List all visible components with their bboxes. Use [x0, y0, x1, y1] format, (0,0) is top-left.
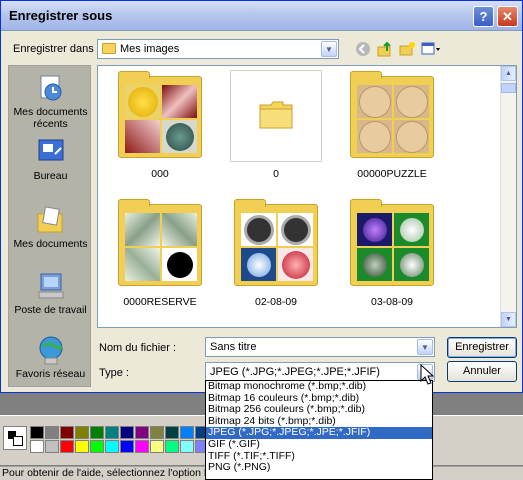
new-folder-icon[interactable]: [397, 39, 417, 59]
folder-thumbnail: [230, 198, 322, 290]
save-in-label: Enregistrer dans :: [13, 43, 100, 55]
palette-swatch[interactable]: [90, 440, 104, 453]
file-name-value: Sans titre: [210, 341, 257, 353]
palette-swatch[interactable]: [45, 426, 59, 439]
file-name: 00000PUZZLE: [357, 168, 427, 180]
palette-swatch[interactable]: [105, 440, 119, 453]
palette-swatch[interactable]: [75, 426, 89, 439]
palette-swatch[interactable]: [60, 426, 74, 439]
palette-swatch[interactable]: [180, 440, 194, 453]
file-type-dropdown: Bitmap monochrome (*.bmp;*.dib) Bitmap 16…: [205, 380, 433, 480]
folder-icon: [118, 199, 202, 286]
save-button[interactable]: Enregistrer: [447, 337, 517, 358]
folder-thumbnail: [114, 198, 206, 290]
file-name: 03-08-09: [370, 296, 414, 308]
file-name-field[interactable]: Sans titre ▼: [205, 337, 435, 357]
palette-swatch[interactable]: [120, 440, 134, 453]
palette-swatch[interactable]: [165, 440, 179, 453]
folder-icon: [259, 101, 293, 129]
place-my-documents[interactable]: Mes documents: [9, 204, 92, 250]
current-colors[interactable]: [3, 426, 27, 450]
file-name: 000: [151, 168, 169, 180]
file-type-option[interactable]: PNG (*.PNG): [206, 462, 432, 474]
title-bar[interactable]: Enregistrer sous ? ✕: [1, 1, 522, 31]
folder-icon: [234, 199, 318, 286]
close-button[interactable]: ✕: [497, 6, 518, 27]
type-label: Type :: [99, 367, 129, 379]
palette-swatch[interactable]: [45, 440, 59, 453]
place-label: Poste de travail: [14, 304, 87, 316]
desktop-icon: [35, 136, 67, 168]
scroll-down-icon[interactable]: ▼: [501, 312, 516, 327]
file-item[interactable]: 0000RESERVE: [114, 198, 206, 308]
folder-icon: [350, 199, 434, 286]
folder-icon: [102, 43, 116, 54]
palette-swatch[interactable]: [150, 426, 164, 439]
place-my-computer[interactable]: Poste de travail: [9, 270, 92, 316]
file-list-scrollbar[interactable]: ▲ ▼: [500, 66, 516, 327]
help-button[interactable]: ?: [473, 6, 494, 27]
place-desktop[interactable]: Bureau: [9, 136, 92, 182]
place-label: Mes documents récents: [13, 106, 88, 130]
place-label: Bureau: [33, 170, 68, 182]
save-in-combobox[interactable]: Mes images ▼: [97, 39, 339, 59]
folder-icon: [118, 71, 202, 158]
background-color-swatch: [13, 436, 23, 446]
dialog-title: Enregistrer sous: [9, 8, 113, 23]
up-folder-icon[interactable]: [375, 39, 395, 59]
palette-swatch[interactable]: [30, 426, 44, 439]
file-name-label: Nom du fichier :: [99, 342, 177, 354]
save-as-dialog: Enregistrer sous ? ✕ Enregistrer dans : …: [0, 0, 523, 393]
palette-swatch[interactable]: [165, 426, 179, 439]
file-name: 02-08-09: [254, 296, 298, 308]
folder-thumbnail: [114, 70, 206, 162]
folder-thumbnail: [346, 198, 438, 290]
file-item[interactable]: 03-08-09: [346, 198, 438, 308]
palette-swatch[interactable]: [60, 440, 74, 453]
palette-swatch[interactable]: [135, 440, 149, 453]
file-name: 0: [273, 168, 279, 180]
file-item[interactable]: 00000PUZZLE: [346, 70, 438, 180]
place-label: Favoris réseau: [15, 368, 86, 380]
network-places-icon: [35, 334, 67, 366]
cancel-button[interactable]: Annuler: [447, 361, 517, 382]
file-type-select[interactable]: JPEG (*.JPG;*.JPEG;*.JPE;*.JFIF) ▼: [205, 362, 435, 382]
palette-swatch[interactable]: [135, 426, 149, 439]
view-menu-icon[interactable]: [419, 39, 443, 59]
back-icon[interactable]: [353, 39, 373, 59]
mouse-cursor-icon: [420, 364, 434, 385]
my-computer-icon: [35, 270, 67, 302]
file-item[interactable]: 0: [230, 70, 322, 180]
palette-swatch[interactable]: [30, 440, 44, 453]
place-recent-documents[interactable]: Mes documents récents: [9, 72, 92, 130]
file-type-option[interactable]: GIF (*.GIF): [206, 438, 432, 451]
scroll-thumb[interactable]: [501, 83, 516, 93]
file-item[interactable]: 02-08-09: [230, 198, 322, 308]
file-type-value: JPEG (*.JPG;*.JPEG;*.JPE;*.JFIF): [210, 366, 380, 378]
scroll-up-icon[interactable]: ▲: [501, 66, 516, 81]
palette-swatch[interactable]: [180, 426, 194, 439]
chevron-down-icon[interactable]: ▼: [321, 41, 337, 57]
save-in-value: Mes images: [120, 43, 180, 55]
palette-swatch[interactable]: [150, 440, 164, 453]
recent-documents-icon: [35, 72, 67, 104]
folder-thumbnail: [346, 70, 438, 162]
my-documents-icon: [35, 204, 67, 236]
file-item[interactable]: 000: [114, 70, 206, 180]
palette-swatch[interactable]: [120, 426, 134, 439]
file-type-option[interactable]: Bitmap monochrome (*.bmp;*.dib): [206, 380, 432, 393]
palette-swatch[interactable]: [75, 440, 89, 453]
palette-swatch[interactable]: [105, 426, 119, 439]
place-network[interactable]: Favoris réseau: [9, 334, 92, 380]
chevron-down-icon[interactable]: ▼: [417, 339, 433, 355]
place-label: Mes documents: [13, 238, 88, 250]
folder-thumbnail: [230, 70, 322, 162]
places-bar: Mes documents récents Bureau Mes documen…: [8, 65, 91, 387]
folder-icon: [350, 71, 434, 158]
file-list[interactable]: 000 0 00000PUZZLE 0000RESERVE 02-08-09 0…: [97, 65, 517, 328]
palette-swatch[interactable]: [90, 426, 104, 439]
file-name: 0000RESERVE: [123, 296, 197, 308]
